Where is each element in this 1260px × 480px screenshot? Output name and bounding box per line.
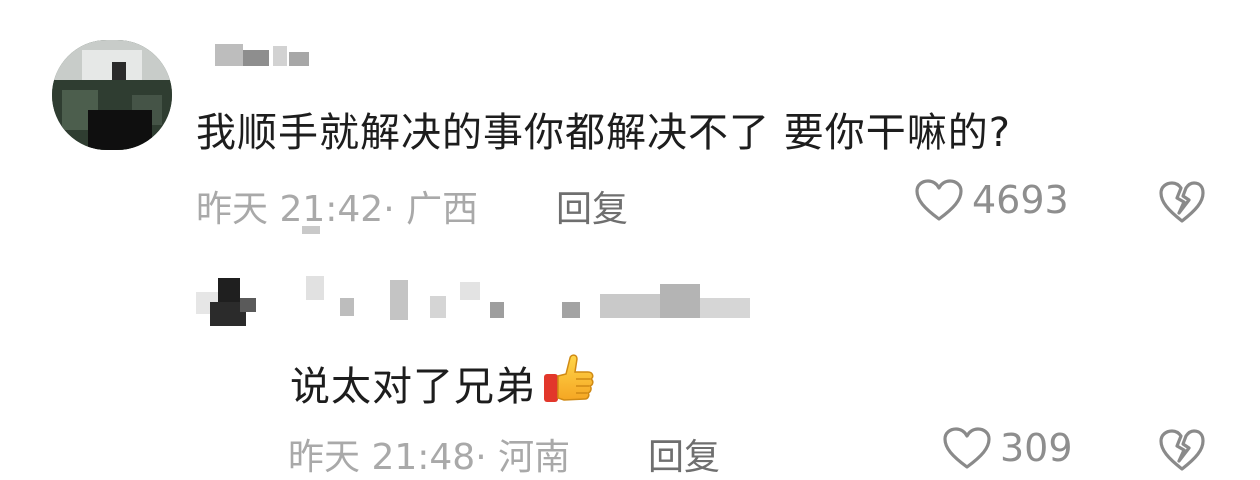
reply-text: 说太对了兄弟 [290,350,596,412]
commenter-avatar[interactable] [52,40,172,150]
thumbs-up-emoji [544,354,594,402]
like-button[interactable]: 309 [942,426,1073,470]
replier-avatar[interactable] [196,278,260,330]
reply-button[interactable]: 回复 [556,180,628,232]
like-button[interactable]: 4693 [914,178,1069,222]
comment-text: 我顺手就解决的事你都解决不了 要你干嘛的? [196,110,1011,156]
like-count: 309 [1000,426,1073,470]
blur-mark [302,226,320,234]
replier-username-blurred[interactable] [300,276,760,324]
commenter-username-blurred[interactable] [215,42,315,68]
heart-icon [915,179,963,221]
reply-text-content: 说太对了兄弟 [290,364,536,410]
reply-button[interactable]: 回复 [648,428,720,480]
reply-timestamp-location: 昨天 21:48· 河南 [288,437,571,478]
heart-icon [943,427,991,469]
comment-timestamp-location: 昨天 21:42· 广西 [196,189,479,230]
broken-heart-icon[interactable] [1158,180,1206,224]
like-count: 4693 [972,178,1069,222]
broken-heart-icon[interactable] [1158,428,1206,472]
